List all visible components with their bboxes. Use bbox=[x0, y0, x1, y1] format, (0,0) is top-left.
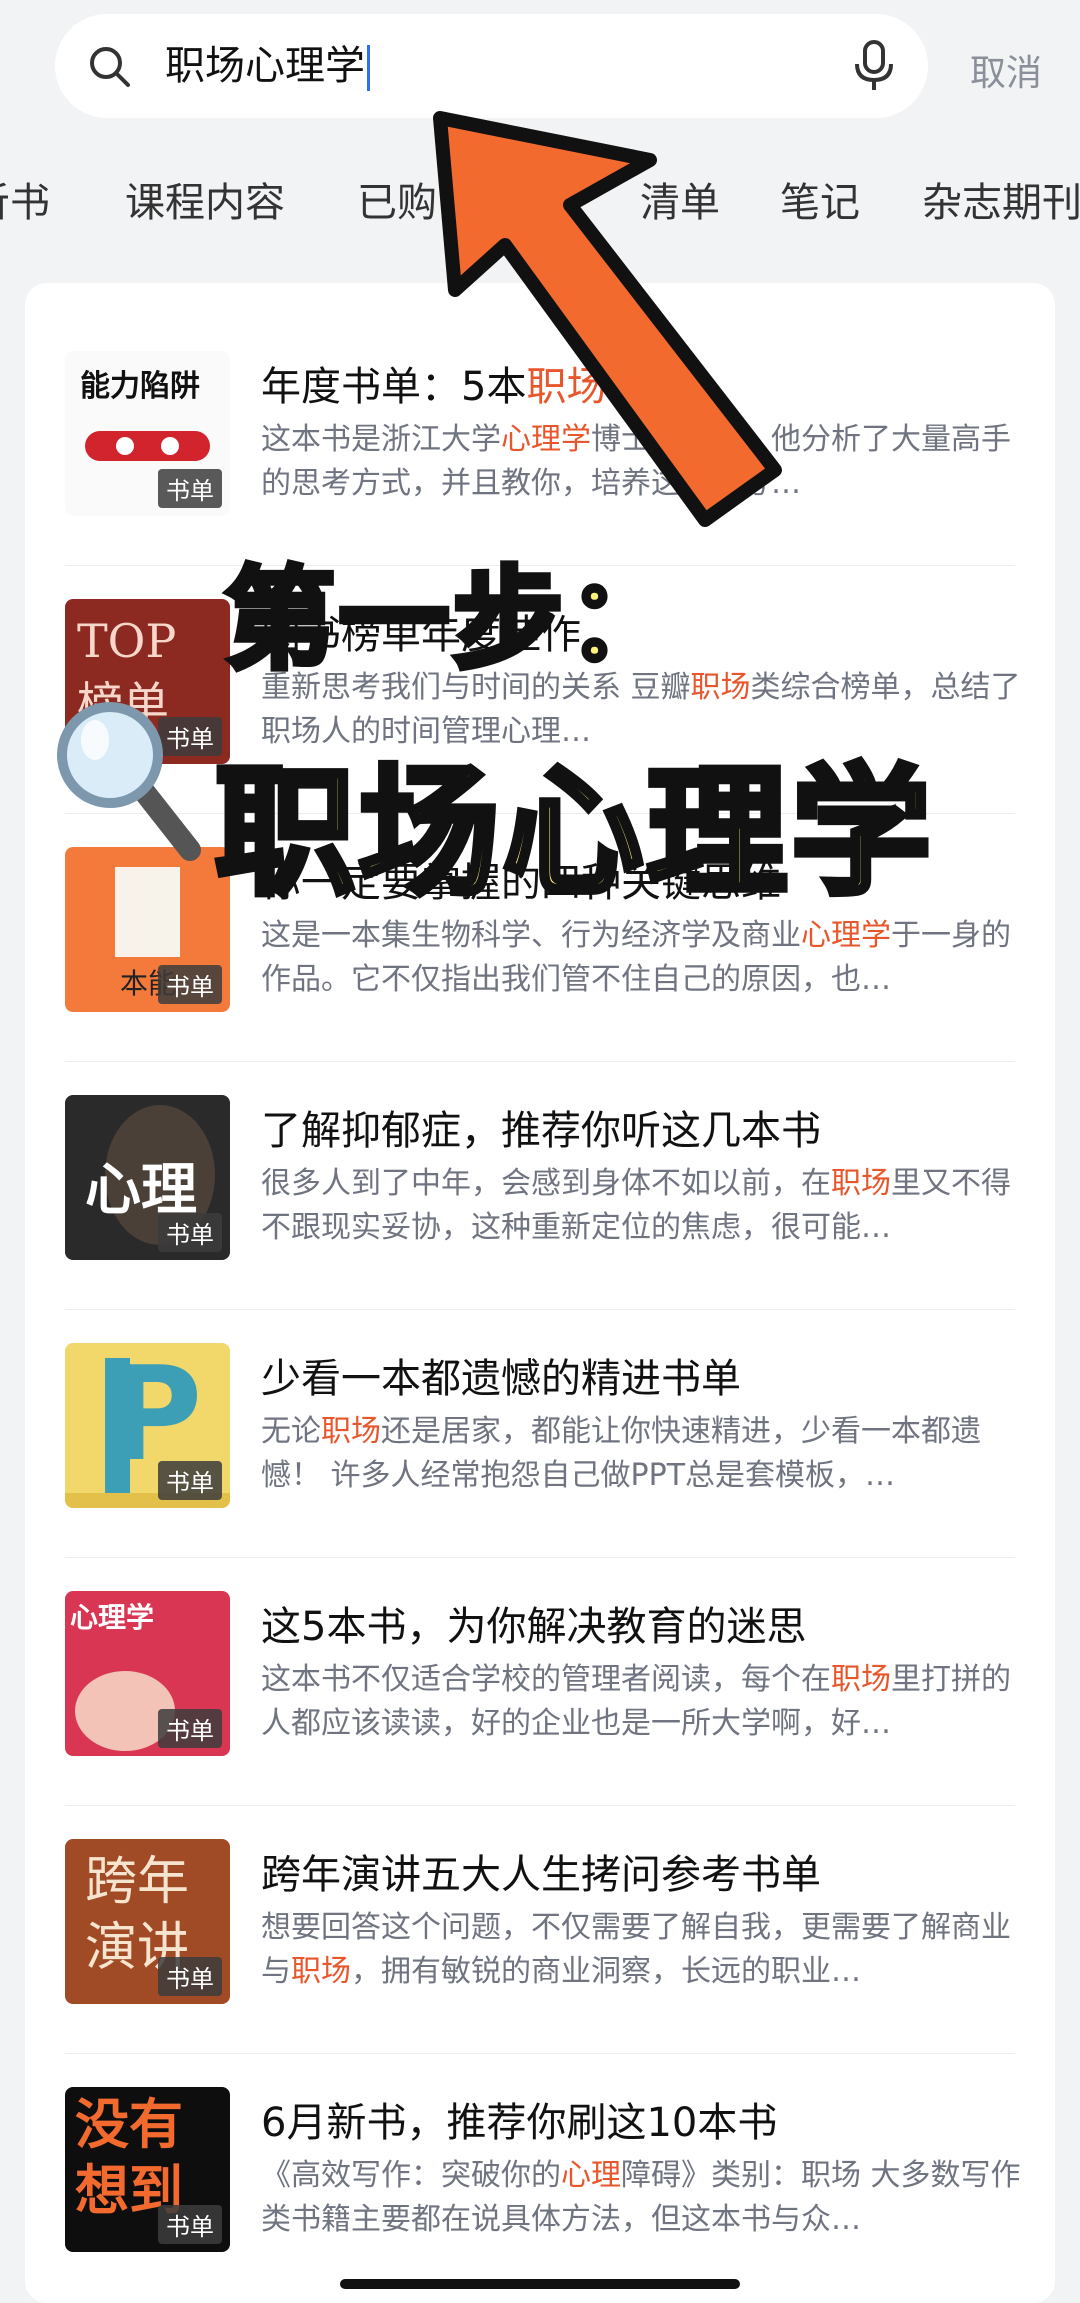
tab-magazines[interactable]: 杂志期刊 bbox=[922, 170, 1080, 228]
tab-booklist[interactable]: 书单 bbox=[480, 170, 560, 228]
item-title: 图书榜单年度佳作 bbox=[261, 612, 581, 658]
item-title: 你一定要掌握的四种关键思维 bbox=[261, 860, 781, 906]
booklist-tag: 书单 bbox=[158, 1709, 222, 1748]
item-title: 了解抑郁症，推荐你听这几本书 bbox=[261, 1108, 821, 1154]
item-title: 少看一本都遗憾的精进书单 bbox=[261, 1356, 741, 1402]
item-description: 这本书是浙江大学心理学博士的新作，他分析了大量高手的思考方式，并且教你，培养这种… bbox=[261, 422, 1011, 501]
tab-checklist[interactable]: 清单 bbox=[640, 170, 720, 228]
tab-notes[interactable]: 笔记 bbox=[780, 170, 860, 228]
search-bar[interactable]: 职场心理学 bbox=[55, 14, 928, 118]
category-tabs: 听书 课程内容 已购 书单 清单 笔记 杂志期刊 bbox=[0, 160, 1080, 230]
list-item[interactable]: 跨年 演讲 书单 跨年演讲五大人生拷问参考书单 想要回答这个问题，不仅需要了解自… bbox=[65, 1806, 1015, 2054]
book-cover: 跨年 演讲 书单 bbox=[65, 1839, 230, 2004]
home-indicator bbox=[340, 2279, 740, 2289]
book-cover: 能力陷阱 书单 bbox=[65, 351, 230, 516]
book-cover: 本能 书单 bbox=[65, 847, 230, 1012]
item-title: 这5本书，为你解决教育的迷思 bbox=[261, 1604, 807, 1650]
item-title: 年度书单：5本职场 bbox=[261, 364, 607, 410]
book-cover: 心理学 书单 bbox=[65, 1591, 230, 1756]
cover-title: TOP 榜单 bbox=[77, 614, 177, 731]
cancel-button[interactable]: 取消 bbox=[970, 44, 1042, 96]
booklist-tag: 书单 bbox=[158, 2205, 222, 2244]
book-cover: 心理 书单 bbox=[65, 1095, 230, 1260]
booklist-tag: 书单 bbox=[158, 717, 222, 756]
item-description: 这是一本集生物科学、行为经济学及商业心理学于一身的作品。它不仅指出我们管不住自己… bbox=[261, 918, 1011, 997]
booklist-tag: 书单 bbox=[158, 965, 222, 1004]
item-description: 无论职场还是居家，都能让你快速精进，少看一本都遗憾！ 许多人经常抱怨自己做PPT… bbox=[261, 1414, 981, 1493]
text-caret bbox=[367, 45, 370, 91]
item-description: 《高效写作：突破你的心理障碍》类别：职场 大多数写作类书籍主要都在说具体方法，但… bbox=[261, 2158, 1021, 2237]
book-cover: P 书单 bbox=[65, 1343, 230, 1508]
tab-purchased[interactable]: 已购 bbox=[357, 170, 437, 228]
search-input[interactable]: 职场心理学 bbox=[165, 38, 370, 94]
booklist-tag: 书单 bbox=[158, 1213, 222, 1252]
tab-audiobook[interactable]: 听书 bbox=[0, 170, 50, 228]
results-list: 能力陷阱 书单 年度书单：5本职场 这本书是浙江大学心理学博士的新作，他分析了大… bbox=[25, 283, 1055, 2303]
item-description: 想要回答这个问题，不仅需要了解自我，更需要了解商业与职场，拥有敏锐的商业洞察，长… bbox=[261, 1910, 1011, 1989]
cover-title: 能力陷阱 bbox=[80, 369, 200, 404]
booklist-tag: 书单 bbox=[158, 1957, 222, 1996]
cover-title: 心理学 bbox=[70, 1601, 155, 1634]
item-description: 这本书不仅适合学校的管理者阅读，每个在职场里打拼的人都应该读读，好的企业也是一所… bbox=[261, 1662, 1011, 1741]
book-cover: TOP 榜单 书单 bbox=[65, 599, 230, 764]
list-item[interactable]: 能力陷阱 书单 年度书单：5本职场 这本书是浙江大学心理学博士的新作，他分析了大… bbox=[65, 318, 1015, 566]
search-icon bbox=[90, 47, 130, 87]
list-item[interactable]: 没有 想到 书单 6月新书，推荐你刷这10本书 《高效写作：突破你的心理障碍》类… bbox=[65, 2054, 1021, 2302]
list-item[interactable]: 本能 书单 你一定要掌握的四种关键思维 这是一本集生物科学、行为经济学及商业心理… bbox=[65, 814, 1015, 1062]
book-cover: 没有 想到 书单 bbox=[65, 2087, 230, 2252]
item-title: 6月新书，推荐你刷这10本书 bbox=[261, 2100, 778, 2146]
tab-course-content[interactable]: 课程内容 bbox=[125, 170, 285, 228]
item-title: 跨年演讲五大人生拷问参考书单 bbox=[261, 1852, 821, 1898]
list-item[interactable]: TOP 榜单 书单 图书榜单年度佳作 重新思考我们与时间的关系 豆瓣职场类综合榜… bbox=[65, 566, 1021, 814]
list-item[interactable]: 心理 书单 了解抑郁症，推荐你听这几本书 很多人到了中年，会感到身体不如以前，在… bbox=[65, 1062, 1015, 1310]
microphone-icon[interactable] bbox=[850, 40, 898, 92]
item-description: 重新思考我们与时间的关系 豆瓣职场类综合榜单，总结了职场人的时间管理心理… bbox=[261, 670, 1021, 749]
booklist-tag: 书单 bbox=[158, 469, 222, 508]
list-item[interactable]: 心理学 书单 这5本书，为你解决教育的迷思 这本书不仅适合学校的管理者阅读，每个… bbox=[65, 1558, 1015, 1806]
booklist-tag: 书单 bbox=[158, 1461, 222, 1500]
list-item[interactable]: P 书单 少看一本都遗憾的精进书单 无论职场还是居家，都能让你快速精进，少看一本… bbox=[65, 1310, 1015, 1558]
active-tab-indicator bbox=[524, 222, 564, 228]
item-description: 很多人到了中年，会感到身体不如以前，在职场里又不得不跟现实妥协，这种重新定位的焦… bbox=[261, 1166, 1011, 1245]
